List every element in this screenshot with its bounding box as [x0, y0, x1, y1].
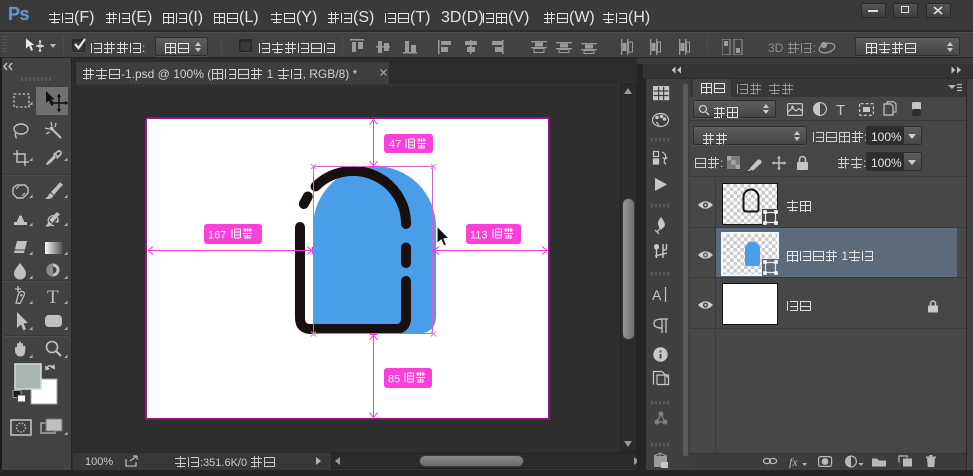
svg-text:113: 113 — [470, 230, 488, 242]
svg-text:T: T — [836, 102, 845, 117]
svg-text:85: 85 — [388, 374, 400, 386]
svg-text:A: A — [652, 287, 662, 303]
svg-text:T: T — [47, 287, 59, 308]
svg-text:47: 47 — [389, 139, 401, 151]
svg-text:167: 167 — [208, 230, 226, 242]
svg-text:fx: fx — [789, 455, 798, 468]
